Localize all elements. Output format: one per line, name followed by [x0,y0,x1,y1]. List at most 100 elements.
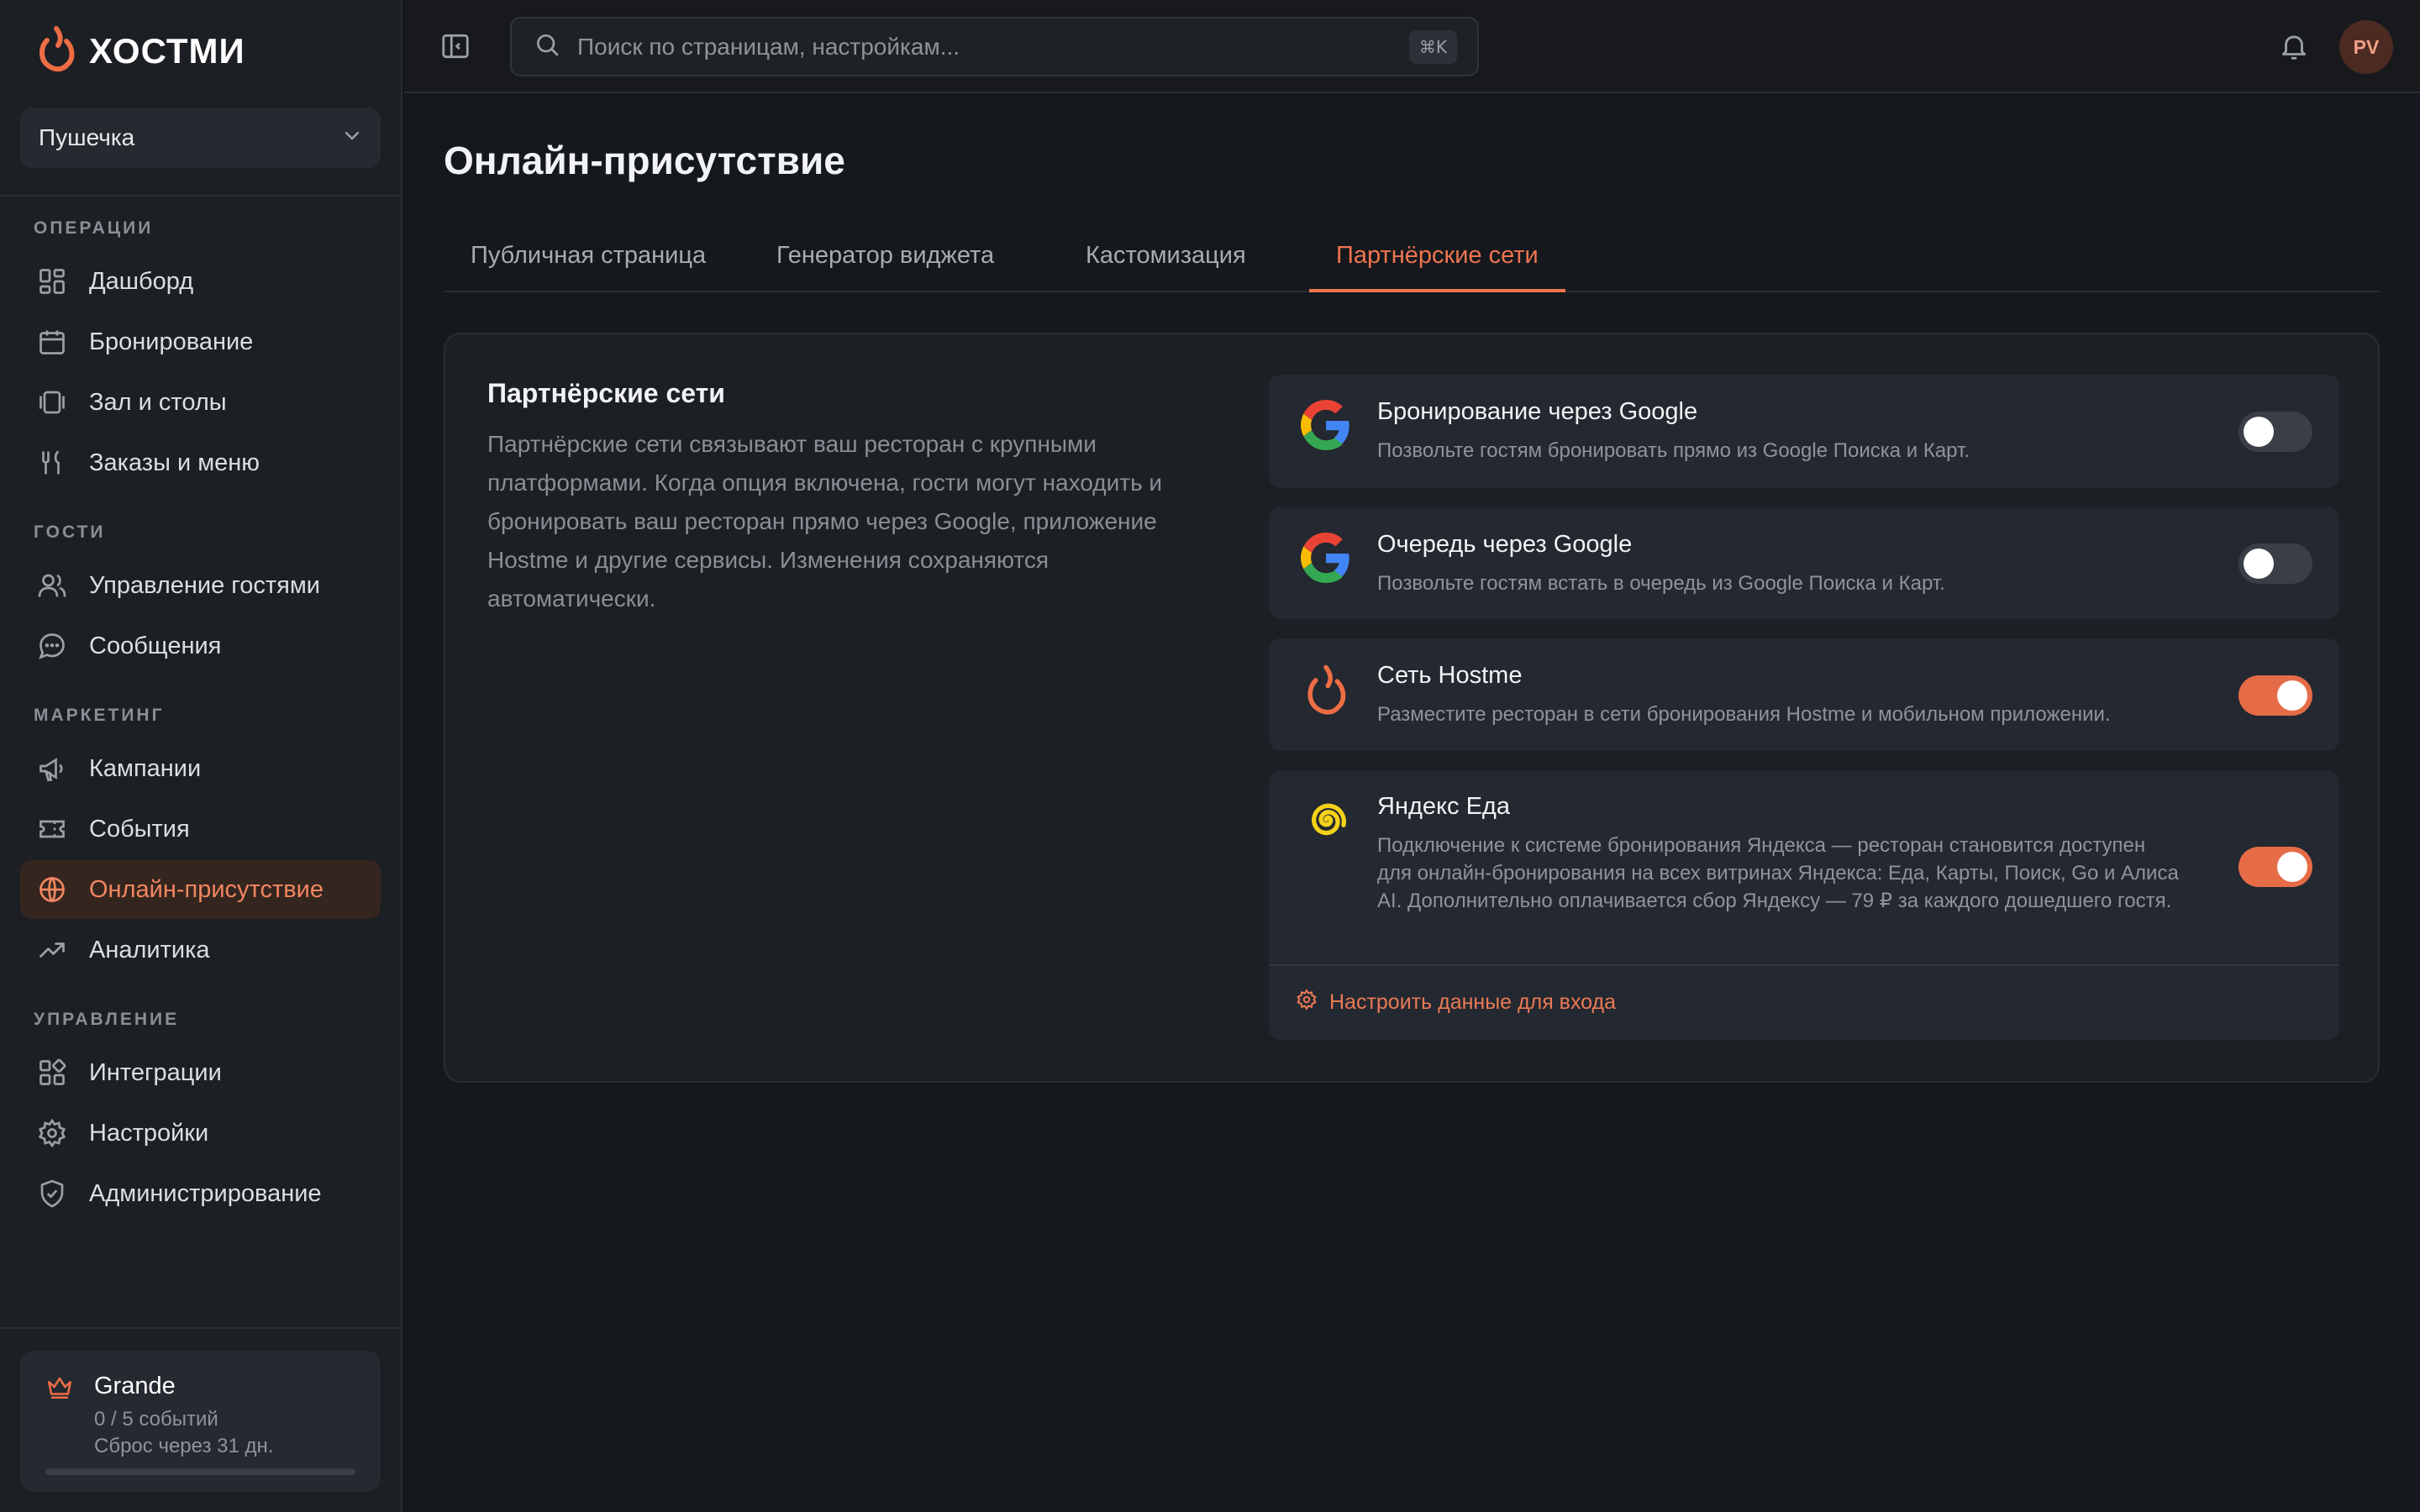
yandex-eda-icon [1301,795,1351,849]
tab-bar: Публичная страница Генератор виджета Кас… [444,235,2380,292]
sidebar-item-label: Кампании [89,754,202,782]
user-avatar[interactable]: PV [2339,20,2393,74]
sidebar-item-integrations[interactable]: Интеграции [20,1043,381,1102]
plan-name: Grande [94,1373,176,1399]
sidebar-item-booking[interactable]: Бронирование [20,312,381,371]
integration-card-hostme-network: Сеть Hostme Разместите ресторан в сети б… [1269,638,2339,751]
sidebar-item-label: Администрирование [89,1179,322,1207]
toggle-knob [2277,852,2307,882]
configure-login-label: Настроить данные для входа [1329,990,1617,1014]
plan-card[interactable]: Grande 0 / 5 событий Сброс через 31 дн. [20,1351,381,1492]
sidebar-divider [0,1327,401,1329]
megaphone-icon [35,752,69,785]
brand-name: ХОСТМИ [89,30,245,71]
trend-icon [35,933,69,967]
search-shortcut-badge: ⌘K [1408,30,1457,64]
sidebar-item-label: Настройки [89,1119,209,1147]
venue-name: Пушечка [39,124,135,150]
shield-icon [35,1177,69,1210]
search-icon [534,31,560,62]
sidebar-item-label: Бронирование [89,328,254,355]
google-waitlist-toggle[interactable] [2238,543,2312,584]
panel-title: Партнёрские сети [487,378,725,408]
tab-widget-generator[interactable]: Генератор виджета [750,235,1021,292]
section-label-guests: ГОСТИ [34,522,106,542]
google-icon [1301,400,1351,454]
tables-icon [35,386,69,419]
google-booking-toggle[interactable] [2238,412,2312,452]
section-label-operations: ОПЕРАЦИИ [34,218,154,238]
sidebar-item-messages[interactable]: Сообщения [20,617,381,675]
app-root: ХОСТМИ Пушечка ОПЕРАЦИИ Дашборд Брониров… [0,0,2420,1512]
sidebar-item-settings[interactable]: Настройки [20,1104,381,1163]
flame-logo-icon [35,25,77,76]
partner-networks-panel: Партнёрские сети Партнёрские сети связыв… [444,333,2380,1083]
integration-card-google-waitlist: Очередь через Google Позвольте гостям вс… [1269,507,2339,619]
hostme-network-toggle[interactable] [2238,675,2312,716]
google-icon [1301,533,1351,587]
hostme-flame-icon [1301,664,1351,720]
sidebar-item-label: События [89,815,190,843]
integration-title: Яндекс Еда [1377,793,1510,820]
dashboard-icon [35,265,69,298]
brand-logo[interactable]: ХОСТМИ [35,25,245,76]
plan-reset: Сброс через 31 дн. [94,1435,274,1457]
ticket-icon [35,812,69,846]
integration-description: Разместите ресторан в сети бронирования … [1377,703,2111,726]
tab-partner-networks[interactable]: Партнёрские сети [1309,235,1565,292]
venue-selector[interactable]: Пушечка [20,108,381,168]
utensils-icon [35,446,69,480]
integrations-icon [35,1056,69,1089]
toggle-knob [2277,680,2307,711]
sidebar-item-orders-menu[interactable]: Заказы и меню [20,433,381,492]
sidebar-toggle-icon[interactable] [439,30,473,64]
section-label-management: УПРАВЛЕНИЕ [34,1010,180,1029]
integration-title: Очередь через Google [1377,531,1633,558]
sidebar-item-label: Управление гостями [89,571,320,599]
chevron-down-icon [342,124,362,151]
crown-icon [45,1373,74,1405]
integration-description: Позвольте гостям встать в очередь из Goo… [1377,572,1945,595]
sidebar-item-label: Заказы и меню [89,449,260,476]
panel-description: Партнёрские сети связывают ваш ресторан … [487,431,1163,612]
search-input[interactable] [577,33,1384,60]
sidebar-item-label: Онлайн-присутствие [89,875,324,903]
integration-title: Бронирование через Google [1377,398,1698,425]
calendar-icon [35,325,69,359]
toggle-knob [2244,417,2274,447]
bell-icon[interactable] [2278,30,2310,66]
sidebar: ХОСТМИ Пушечка ОПЕРАЦИИ Дашборд Брониров… [0,0,402,1512]
integration-title: Сеть Hostme [1377,662,1523,689]
globe-icon [35,873,69,906]
top-bar: ⌘K PV [404,0,2420,93]
sidebar-item-label: Зал и столы [89,388,227,416]
sidebar-item-label: Сообщения [89,632,222,659]
integration-description: Позвольте гостям бронировать прямо из Go… [1377,439,1970,462]
sidebar-item-tables[interactable]: Зал и столы [20,373,381,432]
configure-login-link[interactable]: Настроить данные для входа [1269,964,2339,1038]
toggle-knob [2244,549,2274,579]
sidebar-item-online-presence[interactable]: Онлайн-присутствие [20,860,381,919]
yandex-eda-toggle[interactable] [2238,847,2312,887]
section-label-marketing: МАРКЕТИНГ [34,706,165,725]
sidebar-item-analytics[interactable]: Аналитика [20,921,381,979]
sidebar-item-campaigns[interactable]: Кампании [20,739,381,798]
plan-progress-bar [45,1468,355,1475]
plan-usage: 0 / 5 событий [94,1408,218,1431]
message-icon [35,629,69,663]
sidebar-item-dashboard[interactable]: Дашборд [20,252,381,311]
tab-public-page[interactable]: Публичная страница [444,235,733,292]
search-box[interactable]: ⌘K [510,17,1479,76]
sidebar-item-label: Интеграции [89,1058,222,1086]
sidebar-divider [0,195,401,197]
integration-card-yandex-eda: Яндекс Еда Подключение к системе брониро… [1269,771,2339,1040]
sidebar-item-label: Дашборд [89,267,194,295]
sidebar-item-guest-management[interactable]: Управление гостями [20,556,381,615]
tab-customization[interactable]: Кастомизация [1059,235,1273,292]
sidebar-item-administration[interactable]: Администрирование [20,1164,381,1223]
gear-icon [35,1116,69,1150]
page-title: Онлайн-присутствие [444,139,845,182]
sidebar-item-label: Аналитика [89,936,210,963]
integration-description: Подключение к системе бронирования Яндек… [1377,834,2179,912]
sidebar-item-events[interactable]: События [20,800,381,858]
